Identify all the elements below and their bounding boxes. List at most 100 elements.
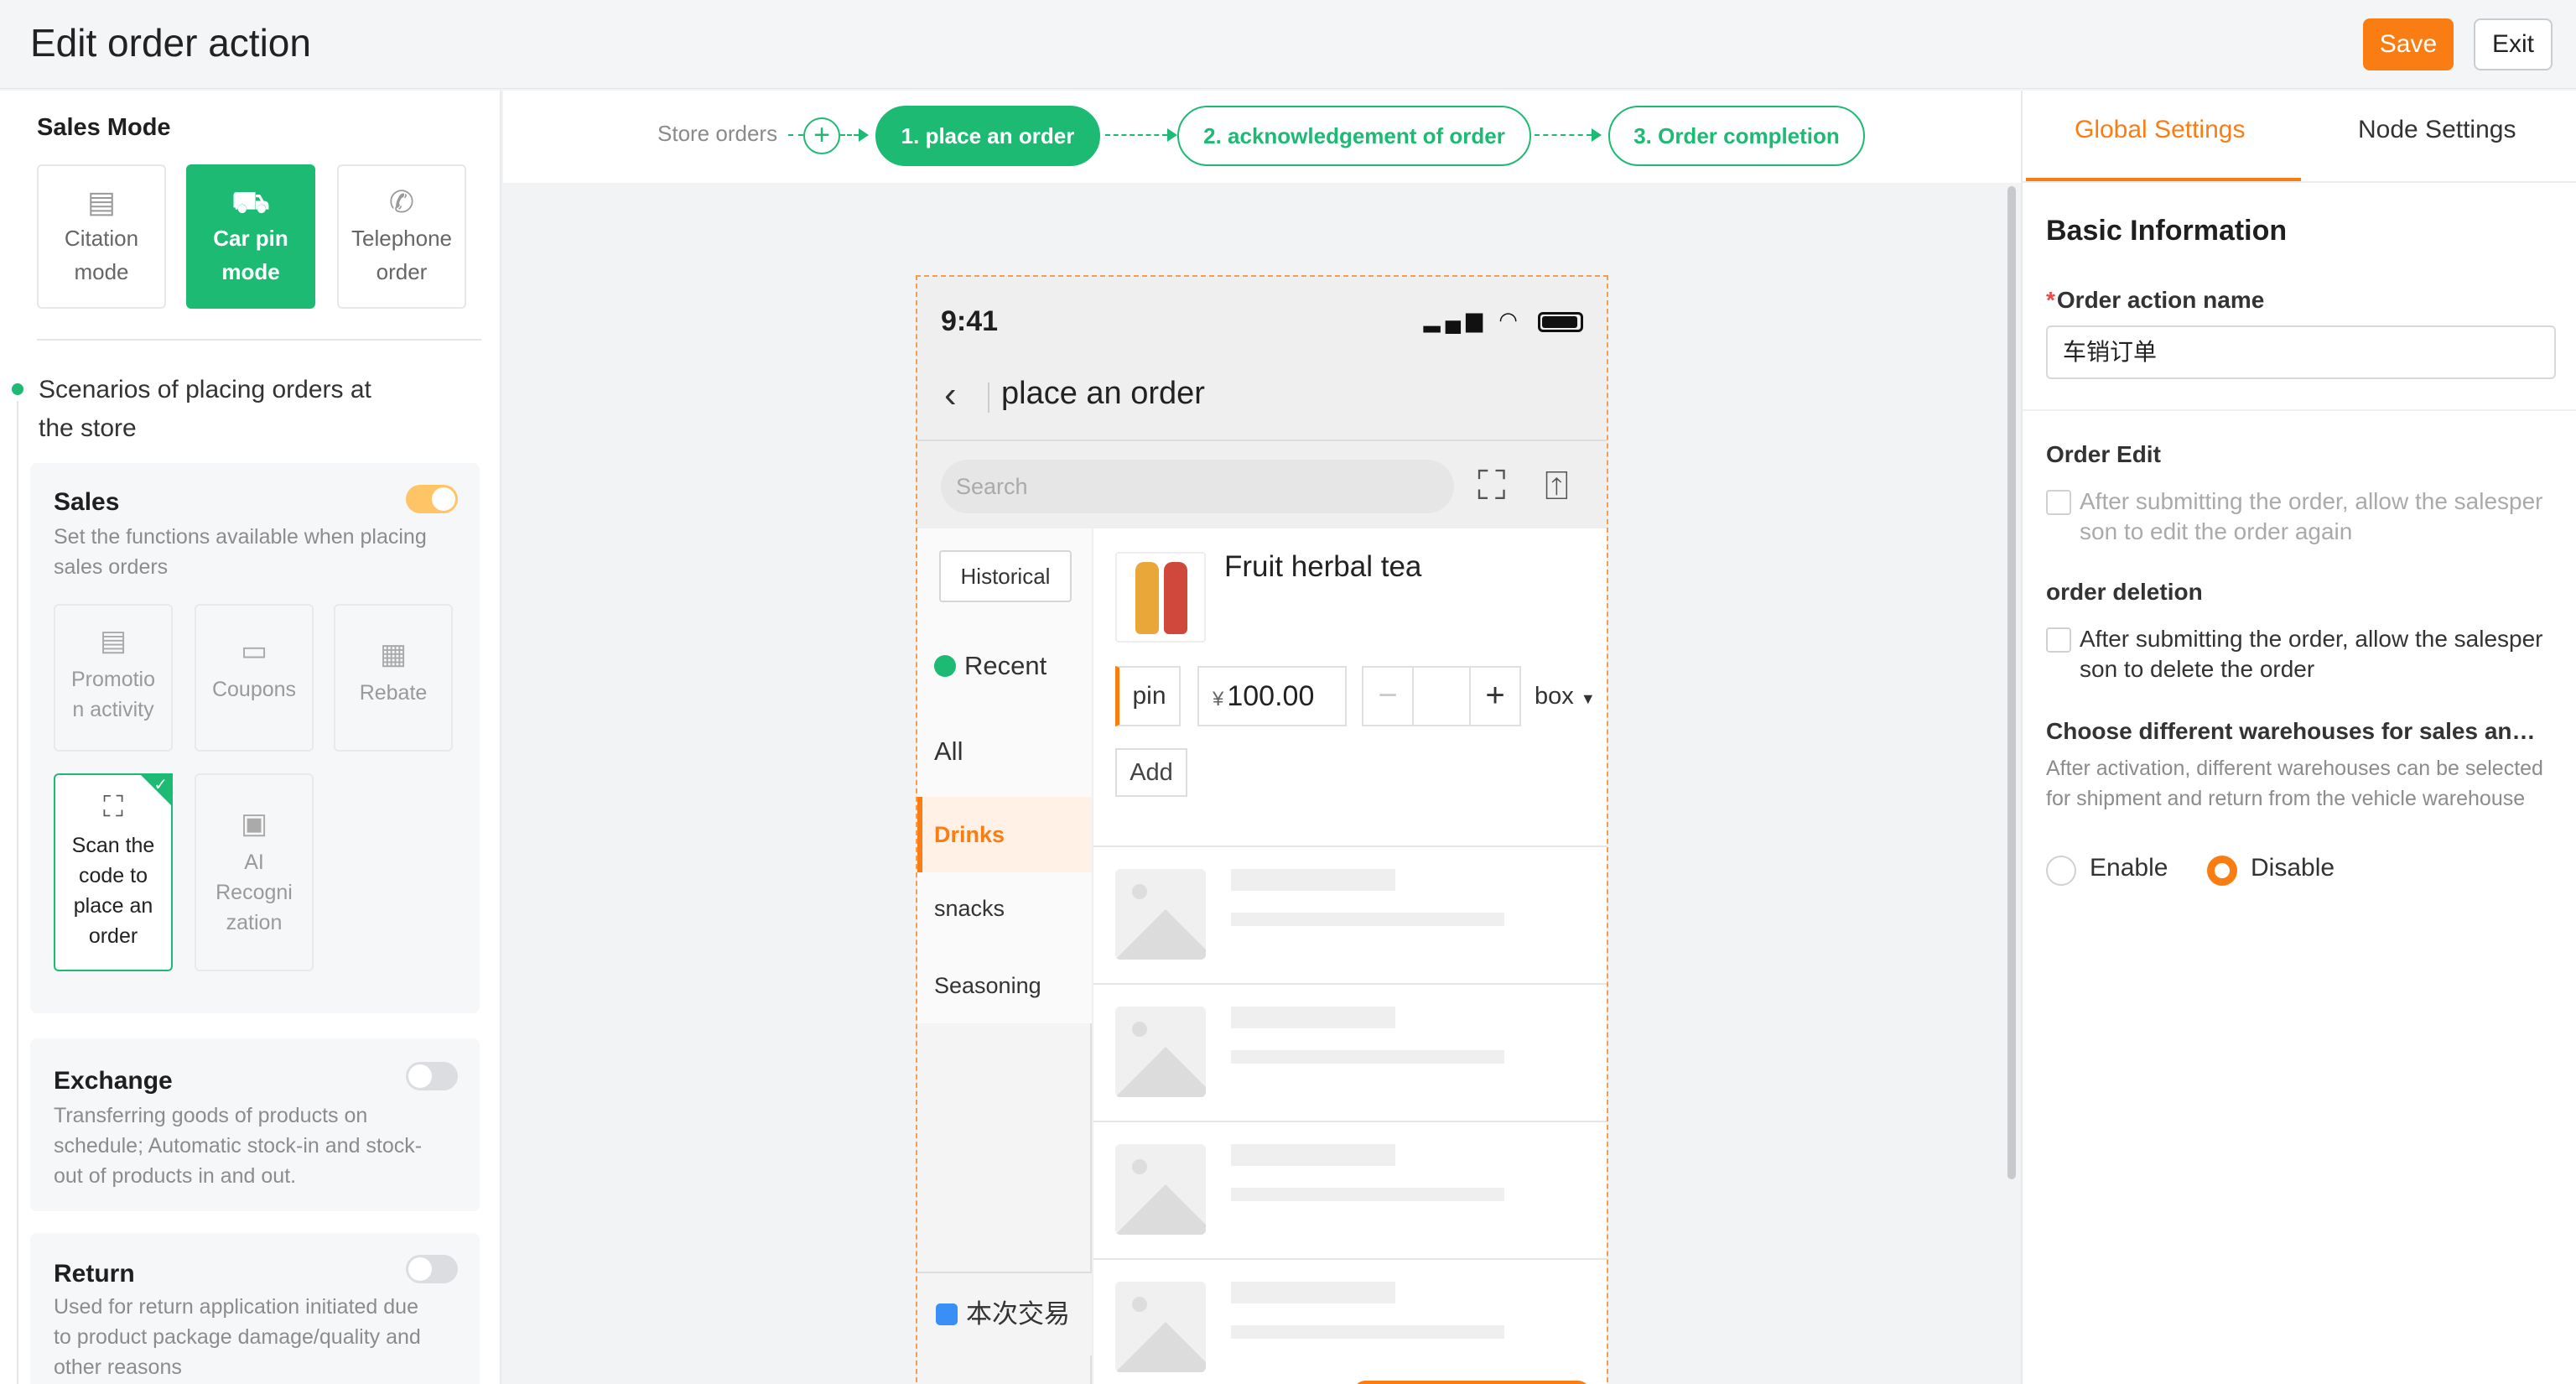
increase-button[interactable]: + xyxy=(1469,666,1521,726)
order-deletion-label: order deletion xyxy=(2046,579,2203,605)
caret-down-icon: ▼ xyxy=(1580,690,1596,707)
tab-global-settings[interactable]: Global Settings xyxy=(2075,116,2245,144)
category-snacks[interactable]: snacks xyxy=(934,896,1005,922)
exchange-title: Exchange xyxy=(54,1067,173,1095)
add-step-button[interactable]: + xyxy=(803,117,840,154)
arrow-icon xyxy=(859,128,869,142)
step-acknowledgement[interactable]: 2. acknowledgement of order xyxy=(1177,106,1531,166)
timeline-line xyxy=(17,401,18,1384)
order-action-name-input[interactable]: 车销订单 xyxy=(2046,325,2556,379)
category-seasoning[interactable]: Seasoning xyxy=(934,973,1041,999)
signal-wifi-icon: ▂▄▆ ◠ xyxy=(1423,307,1523,332)
enable-label[interactable]: Enable xyxy=(2090,854,2168,882)
clock-icon xyxy=(934,655,956,677)
active-tab-indicator xyxy=(2026,178,2301,181)
mode-label: mode xyxy=(221,259,280,284)
placeholder-row xyxy=(1093,983,1607,1121)
return-toggle[interactable] xyxy=(406,1255,458,1283)
tab-node-settings[interactable]: Node Settings xyxy=(2358,116,2516,144)
ticket-icon: ▭ xyxy=(240,635,268,667)
mode-label: Car pin xyxy=(213,226,288,251)
arrow-icon xyxy=(1592,128,1602,142)
step-start-label: Store orders xyxy=(657,121,778,146)
placeholder-row xyxy=(1093,1121,1607,1258)
divider xyxy=(2023,409,2576,411)
order-edit-label: Order Edit xyxy=(2046,441,2161,467)
mode-label: Telephone xyxy=(351,226,452,251)
title-separator xyxy=(988,382,989,413)
save-button[interactable]: Save xyxy=(2363,18,2454,70)
add-button[interactable]: Add xyxy=(1115,748,1187,797)
order-edit-checkbox[interactable] xyxy=(2046,490,2071,515)
feature-rebate[interactable]: ▦ Rebate xyxy=(334,604,453,752)
historical-button[interactable]: Historical xyxy=(939,550,1072,602)
canvas-scrollbar[interactable] xyxy=(2007,186,2016,1179)
order-deletion-checkbox[interactable] xyxy=(2046,627,2071,653)
divider xyxy=(37,339,481,341)
cart-icon xyxy=(936,1303,958,1325)
order-action-name-label: *Order action name xyxy=(2046,287,2265,313)
timeline-dot xyxy=(12,383,23,395)
mode-car-pin[interactable]: ⛟ Car pin mode xyxy=(186,164,315,309)
unit-selector[interactable]: pin xyxy=(1115,666,1181,726)
scenario-title: Scenarios of placing orders at the store xyxy=(39,376,371,442)
feature-scan-order[interactable]: ✓ ⛶ Scan the code to place an order xyxy=(54,773,173,971)
step-order-completion[interactable]: 3. Order completion xyxy=(1608,106,1865,166)
left-panel: Sales Mode ▤ Citation mode ⛟ Car pin mod… xyxy=(0,91,501,1384)
rebate-icon: ▦ xyxy=(379,638,408,670)
exchange-toggle[interactable] xyxy=(406,1062,458,1090)
disable-label[interactable]: Disable xyxy=(2251,854,2334,882)
checkout-button[interactable] xyxy=(1353,1381,1590,1384)
mode-label: mode xyxy=(74,259,129,284)
feature-promotion[interactable]: ▤ Promotio n activity xyxy=(54,604,173,752)
basic-information-heading: Basic Information xyxy=(2046,215,2288,247)
clipboard-icon: ▤ xyxy=(86,185,116,219)
current-transaction[interactable]: 本次交易 xyxy=(917,1272,1092,1355)
price-input[interactable]: ¥100.00 xyxy=(1197,666,1347,726)
required-marker: * xyxy=(2046,287,2055,313)
back-icon[interactable]: ‹ xyxy=(944,374,957,416)
step-connector xyxy=(1535,134,1592,136)
decrease-button[interactable]: − xyxy=(1362,666,1414,726)
disable-radio[interactable] xyxy=(2207,856,2237,886)
category-drinks[interactable]: Drinks xyxy=(917,797,1092,872)
exchange-description: Transferring goods of products on schedu… xyxy=(54,1104,423,1188)
image-placeholder-icon xyxy=(1115,869,1206,960)
sales-card: Sales Set the functions available when p… xyxy=(30,463,480,1013)
quantity-input[interactable] xyxy=(1412,666,1471,726)
category-sidebar-top xyxy=(917,528,1092,1023)
pack-dropdown[interactable]: box ▼ xyxy=(1535,683,1596,710)
enable-radio[interactable] xyxy=(2046,856,2076,886)
step-connector xyxy=(788,134,803,136)
feature-ai-recognition[interactable]: ▣ AI Recogni zation xyxy=(195,773,314,971)
warehouse-description: After activation, different warehouses c… xyxy=(2046,757,2543,810)
category-all[interactable]: All xyxy=(934,736,963,767)
return-card: Return Used for return application initi… xyxy=(30,1233,480,1384)
sales-title: Sales xyxy=(54,488,120,516)
mode-label: order xyxy=(376,259,428,284)
feature-coupons[interactable]: ▭ Coupons xyxy=(195,604,314,752)
image-placeholder-icon xyxy=(1115,1282,1206,1372)
category-recent[interactable]: Recent xyxy=(934,651,1046,681)
page-title: Edit order action xyxy=(30,21,311,65)
image-placeholder-icon xyxy=(1115,1007,1206,1097)
mode-label: Citation xyxy=(64,226,139,251)
phone-search-input[interactable]: Search xyxy=(941,460,1454,513)
scan-icon[interactable]: ⛶ xyxy=(1478,463,1506,510)
step-connector xyxy=(1105,134,1167,136)
settings-tabs: Global Settings Node Settings xyxy=(2023,91,2576,183)
sales-toggle[interactable] xyxy=(406,485,458,513)
battery-icon xyxy=(1538,312,1583,332)
upload-icon[interactable]: ⍐ xyxy=(1545,463,1569,510)
exchange-card: Exchange Transferring goods of products … xyxy=(30,1038,480,1211)
phone-page-title: place an order xyxy=(1001,376,1205,411)
exit-button[interactable]: Exit xyxy=(2474,18,2553,70)
product-image xyxy=(1115,552,1206,643)
bottle-shape xyxy=(1164,562,1187,634)
mode-telephone[interactable]: ✆ Telephone order xyxy=(337,164,466,309)
arrow-icon xyxy=(1167,128,1177,142)
step-place-order[interactable]: 1. place an order xyxy=(875,106,1100,166)
return-description: Used for return application initiated du… xyxy=(54,1295,421,1379)
placeholder-row xyxy=(1093,1258,1607,1384)
mode-citation[interactable]: ▤ Citation mode xyxy=(37,164,166,309)
